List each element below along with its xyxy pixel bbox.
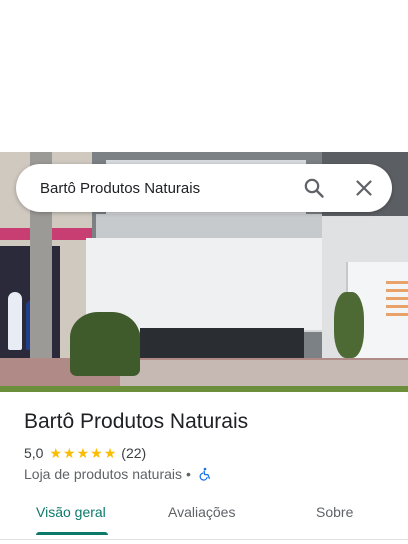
category-row: Loja de produtos naturais • (24, 465, 212, 483)
tab-about[interactable]: Sobre (316, 504, 353, 520)
search-input[interactable]: Bartô Produtos Naturais (40, 180, 302, 197)
tab-bar: Visão geral Avaliações Sobre (0, 496, 408, 536)
photo-tree (334, 292, 364, 358)
search-icon[interactable] (302, 176, 326, 200)
star-rating: ★ ★ ★ ★ ★ (49, 446, 116, 460)
separator: • (186, 466, 191, 482)
star-icon: ★ (76, 445, 90, 461)
photo-grass (0, 386, 408, 392)
wheelchair-icon (198, 467, 212, 481)
star-icon: ★ (63, 445, 76, 461)
rating-row[interactable]: 5,0 ★ ★ ★ ★ ★ (22) (24, 444, 146, 462)
photo-sidewalk-tiles (120, 360, 408, 386)
close-icon[interactable] (352, 176, 376, 200)
photo-mannequin (8, 292, 22, 350)
rating-value: 5,0 (24, 445, 44, 461)
photo-window-lettering (386, 276, 408, 316)
star-icon: ★ (90, 445, 103, 461)
search-bar[interactable]: Bartô Produtos Naturais (16, 164, 392, 212)
star-icon: ★ (49, 445, 63, 461)
active-tab-indicator (36, 532, 108, 535)
star-icon: ★ (103, 445, 117, 461)
tab-reviews[interactable]: Avaliações (168, 504, 235, 520)
tab-overview[interactable]: Visão geral (36, 504, 106, 520)
place-category: Loja de produtos naturais (24, 466, 182, 482)
photo-tree (70, 312, 140, 376)
place-title: Bartô Produtos Naturais (24, 410, 249, 433)
top-blank-area (0, 0, 408, 152)
photo-awning-frame (96, 214, 324, 240)
tabs-divider (0, 539, 408, 540)
review-count[interactable]: (22) (121, 445, 146, 461)
